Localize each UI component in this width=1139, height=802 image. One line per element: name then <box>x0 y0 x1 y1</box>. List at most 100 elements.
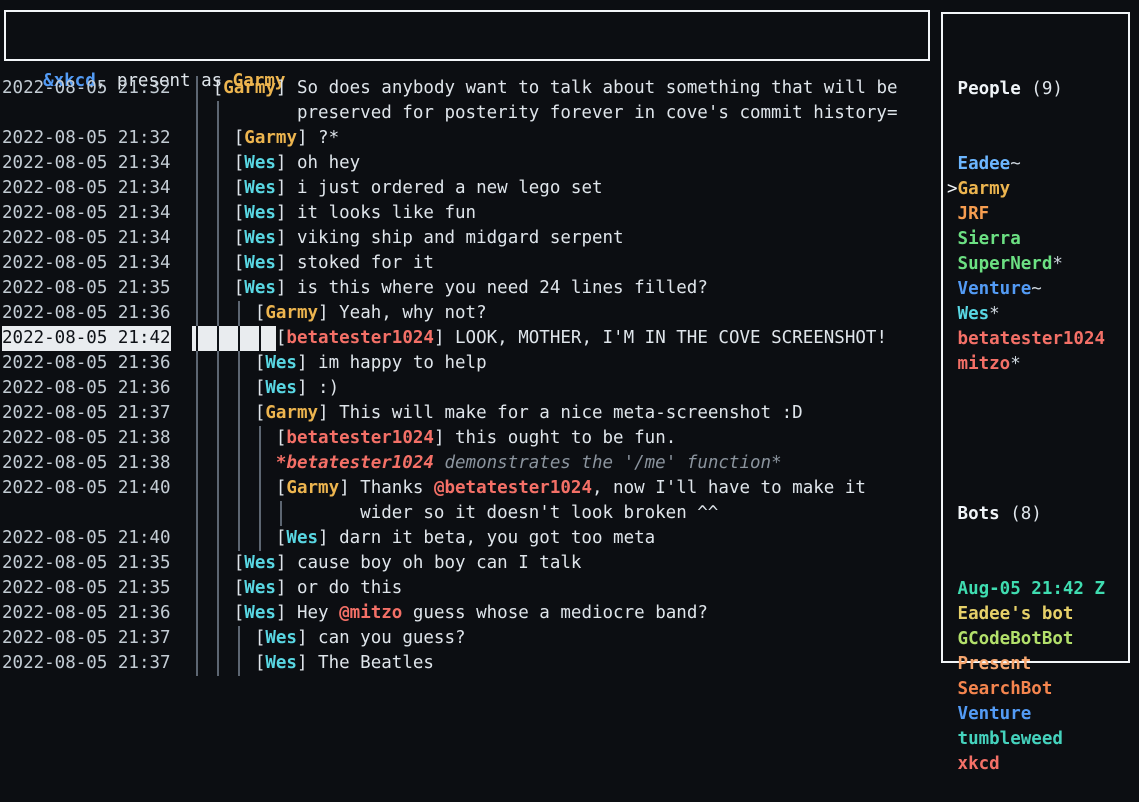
thread-line <box>213 201 224 226</box>
sidebar-user-item[interactable]: mitzo* <box>947 352 1128 377</box>
chat-message-row[interactable]: 2022-08-05 21:37[Wes] can you guess? <box>2 626 466 651</box>
thread-gap <box>223 201 234 226</box>
nick: Wes <box>265 628 297 648</box>
message-text: ] Thanks <box>339 478 434 498</box>
sidebar-user-item[interactable]: Wes* <box>947 302 1128 327</box>
chat-message-row[interactable]: 2022-08-05 21:37[Wes] The Beatles <box>2 651 434 676</box>
thread-gap <box>202 626 213 651</box>
thread-gap <box>223 601 234 626</box>
thread-gap <box>244 526 255 551</box>
thread-line <box>192 426 203 451</box>
chat-message-row[interactable]: 2022-08-05 21:32[Garmy] So does anybody … <box>2 76 898 101</box>
chat-message-row[interactable]: 2022-08-05 21:38*betatester1024 demonstr… <box>2 451 782 476</box>
user-prefix-gap <box>947 152 958 177</box>
chat-message-row[interactable]: 2022-08-05 21:37[Garmy] This will make f… <box>2 401 803 426</box>
chat-message-row[interactable]: 2022-08-05 21:34[Wes] viking ship and mi… <box>2 226 624 251</box>
thread-line <box>192 326 203 351</box>
sidebar-bot-item[interactable]: Aug-05 21:42 Z <box>947 577 1128 602</box>
thread-line <box>213 526 224 551</box>
sidebar-bot-item[interactable]: Present <box>947 652 1128 677</box>
nick: Wes <box>265 653 297 673</box>
chat-message-row[interactable]: 2022-08-05 21:34[Wes] it looks like fun <box>2 201 476 226</box>
thread-gap <box>265 501 276 526</box>
thread-gap <box>223 576 234 601</box>
chat-message-row[interactable]: 2022-08-05 21:34[Wes] oh hey <box>2 151 360 176</box>
thread-gap <box>244 301 255 326</box>
chat-message-row[interactable]: 2022-08-05 21:40[Garmy] Thanks @betatest… <box>2 476 866 501</box>
user-prefix-gap <box>947 252 958 277</box>
sidebar-bot-item[interactable]: GCodeBotBot <box>947 627 1128 652</box>
thread-line <box>192 276 203 301</box>
sidebar-bot-item[interactable]: Venture <box>947 702 1128 727</box>
chat-message-row[interactable]: 2022-08-05 21:35[Wes] cause boy oh boy c… <box>2 551 581 576</box>
thread-gap <box>171 376 182 401</box>
thread-line <box>192 451 203 476</box>
thread-gap <box>265 526 276 551</box>
nick: betatester1024 <box>286 328 434 348</box>
thread-gap <box>244 376 255 401</box>
sidebar-bot-item[interactable]: tumbleweed <box>947 727 1128 752</box>
timestamp: 2022-08-05 21:38 <box>2 451 171 476</box>
thread-gap <box>202 401 213 426</box>
chat-message-row[interactable]: 2022-08-05 21:36[Wes] :) <box>2 376 339 401</box>
message-text: ] can you guess? <box>297 628 466 648</box>
thread-gap <box>223 251 234 276</box>
thread-line <box>255 476 266 501</box>
sidebar-user-item[interactable]: betatester1024 <box>947 327 1128 352</box>
timestamp: 2022-08-05 21:34 <box>2 226 171 251</box>
chat-message-row[interactable]: preserved for posterity forever in cove'… <box>2 101 897 126</box>
thread-line <box>192 351 203 376</box>
thread-line <box>192 401 203 426</box>
user-prefix-gap <box>947 752 958 777</box>
thread-line <box>255 526 266 551</box>
thread-line <box>213 151 224 176</box>
thread-line <box>234 351 245 376</box>
thread-line <box>192 526 203 551</box>
thread-gap <box>171 176 182 201</box>
thread-line <box>192 176 203 201</box>
user-prefix-gap <box>947 627 958 652</box>
chat-message-row[interactable]: wider so it doesn't look broken ^^ <box>2 501 718 526</box>
chat-message-row[interactable]: 2022-08-05 21:40[Wes] darn it beta, you … <box>2 526 655 551</box>
chat-message-row-selected[interactable]: 2022-08-05 21:42[betatester1024] LOOK, M… <box>2 326 887 351</box>
sidebar-bot-item[interactable]: Eadee's bot <box>947 602 1128 627</box>
message-text: [ <box>234 228 245 248</box>
sidebar-user-item[interactable]: >Garmy <box>947 177 1128 202</box>
thread-gap <box>181 576 192 601</box>
sidebar-user-item[interactable]: Eadee~ <box>947 152 1128 177</box>
thread-line <box>213 226 224 251</box>
sidebar-user-item[interactable]: Venture~ <box>947 277 1128 302</box>
user-name: betatester1024 <box>958 329 1106 349</box>
sidebar-user-item[interactable]: Sierra <box>947 227 1128 252</box>
user-name: Venture <box>958 279 1032 299</box>
chat-message-row[interactable]: 2022-08-05 21:34[Wes] i just ordered a n… <box>2 176 603 201</box>
people-list: Eadee~>Garmy JRF Sierra SuperNerd* Ventu… <box>947 152 1128 377</box>
nick: Wes <box>244 228 276 248</box>
thread-gap <box>244 326 255 351</box>
thread-gap <box>276 101 287 126</box>
nick: Wes <box>265 353 297 373</box>
chat-message-row[interactable]: 2022-08-05 21:38[betatester1024] this ou… <box>2 426 676 451</box>
chat-message-row[interactable]: 2022-08-05 21:36[Wes] im happy to help <box>2 351 487 376</box>
nick: @betatester1024 <box>434 478 592 498</box>
thread-line <box>213 651 224 676</box>
sidebar-bot-item[interactable]: xkcd <box>947 752 1128 777</box>
chat-message-row[interactable]: 2022-08-05 21:36[Garmy] Yeah, why not? <box>2 301 487 326</box>
nick: *betatester1024 <box>276 453 434 473</box>
thread-line <box>234 626 245 651</box>
user-prefix-gap <box>947 352 958 377</box>
timestamp: 2022-08-05 21:34 <box>2 176 171 201</box>
message-text: [ <box>234 153 245 173</box>
chat-message-row[interactable]: 2022-08-05 21:35[Wes] is this where you … <box>2 276 708 301</box>
sidebar-user-item[interactable]: SuperNerd* <box>947 252 1128 277</box>
thread-gap <box>223 151 234 176</box>
thread-line <box>192 376 203 401</box>
thread-line <box>192 551 203 576</box>
chat-message-row[interactable]: 2022-08-05 21:36[Wes] Hey @mitzo guess w… <box>2 601 708 626</box>
thread-gap <box>265 326 276 351</box>
chat-message-row[interactable]: 2022-08-05 21:34[Wes] stoked for it <box>2 251 434 276</box>
sidebar-user-item[interactable]: JRF <box>947 202 1128 227</box>
people-count: (9) <box>1021 79 1063 99</box>
chat-message-row[interactable]: 2022-08-05 21:35[Wes] or do this <box>2 576 402 601</box>
chat-message-row[interactable]: 2022-08-05 21:32[Garmy] ?* <box>2 126 339 151</box>
